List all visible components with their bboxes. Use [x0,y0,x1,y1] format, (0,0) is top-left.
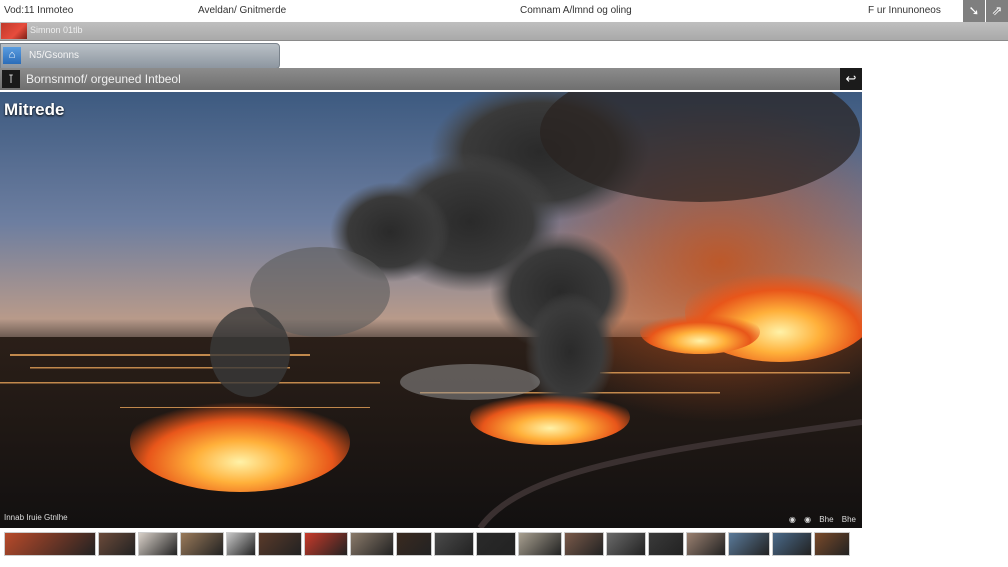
thumbnail[interactable] [814,532,850,556]
control-3[interactable]: Bhe [819,515,833,524]
home-icon: ⌂ [3,47,21,64]
arrow-icon[interactable]: ➘ [963,0,985,22]
share-icon[interactable]: ⇗ [986,0,1008,22]
thumbnail[interactable] [648,532,684,556]
thumbnail[interactable] [304,532,348,556]
thumbnail[interactable] [564,532,604,556]
thumbnail[interactable] [434,532,474,556]
viewer-icon: ⊺ [2,70,20,88]
thumbnail[interactable] [4,532,96,556]
thumbnail[interactable] [686,532,726,556]
thumbnail[interactable] [476,532,516,556]
thumbnail[interactable] [226,532,256,556]
thumbnail[interactable] [728,532,770,556]
control-2[interactable]: ◉ [804,515,811,524]
thumbnail[interactable] [772,532,812,556]
sub-tab[interactable]: ⌂ N5/Gsonns [0,43,280,69]
toolbar: Simnon 01tlb [0,22,1008,41]
control-1[interactable]: ◉ [789,515,796,524]
thumbnail[interactable] [98,532,136,556]
nav-link-1[interactable]: Vod:11 Inmoteo [4,5,73,16]
main-image[interactable]: Mitrede Innab Iruie Gtnlhe ◉ ◉ Bhe Bhe [0,92,862,528]
fire-scene-illustration [0,92,862,528]
toolbar-label: Simnon 01tlb [30,25,83,35]
sub-tab-label: N5/Gsonns [29,50,80,61]
control-4[interactable]: Bhe [842,515,856,524]
viewer-header: ⊺ Bornsnmof/ orgeuned Intbeol ↩ [0,68,862,90]
image-controls[interactable]: ◉ ◉ Bhe Bhe [783,515,856,524]
thumbnail[interactable] [180,532,224,556]
thumbnail[interactable] [606,532,646,556]
image-credit: Innab Iruie Gtnlhe [4,513,68,522]
nav-link-3[interactable]: Comnam A/lmnd og oling [520,5,632,16]
thumbnail[interactable] [350,532,394,556]
nav-link-4[interactable]: F ur Innunoneos [868,5,941,16]
viewer-title: Bornsnmof/ orgeuned Intbeol [26,72,181,86]
thumbnail-strip [4,532,862,556]
thumbnail[interactable] [518,532,562,556]
red-app-icon[interactable] [1,23,27,39]
thumbnail[interactable] [258,532,302,556]
collapse-icon[interactable]: ↩ [840,68,862,90]
image-caption: Mitrede [4,100,65,119]
thumbnail[interactable] [396,532,432,556]
nav-link-2[interactable]: Aveldan/ Gnitmerde [198,5,286,16]
thumbnail[interactable] [138,532,178,556]
top-nav: Vod:11 Inmoteo Aveldan/ Gnitmerde Comnam… [0,0,1008,22]
